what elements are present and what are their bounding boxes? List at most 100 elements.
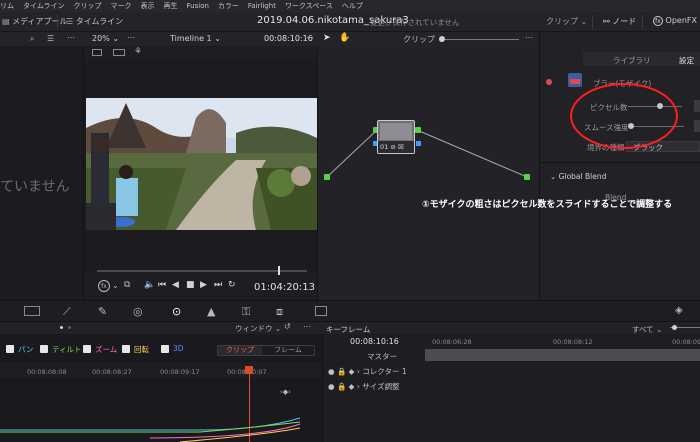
menu-item-help[interactable]: ヘルプ xyxy=(342,1,363,11)
node-label-text: ノード xyxy=(612,17,637,26)
output-dot[interactable] xyxy=(524,174,530,180)
tracker-icon[interactable]: ⊙ xyxy=(172,305,181,318)
chevron-down-icon[interactable]: ⌄ xyxy=(112,281,119,290)
menu-item-fairlight[interactable]: Fairlight xyxy=(248,2,276,10)
node-output-dot[interactable] xyxy=(415,127,421,133)
more-options-icon[interactable]: ⋯ xyxy=(303,322,311,331)
clip-frame-toggle: クリップ フレーム xyxy=(217,345,315,356)
skip-forward-icon[interactable]: ⏭ xyxy=(214,280,222,290)
corrector-label: コレクター 1 xyxy=(362,367,407,376)
timeline-name: Timeline 1 xyxy=(170,34,212,43)
key-icon[interactable]: ⚿ xyxy=(242,305,250,319)
playhead-marker[interactable] xyxy=(278,266,280,275)
keyframe-zoom-knob[interactable] xyxy=(672,325,677,330)
keyframe-row-corrector[interactable]: ● 🔒 ◆ › コレクター 1 xyxy=(328,366,407,377)
timeline-selector[interactable]: Timeline 1 ⌄ xyxy=(170,34,221,43)
3d-icon[interactable] xyxy=(315,306,327,316)
rotate-checkbox[interactable] xyxy=(122,345,130,353)
pixel-count-value-field[interactable] xyxy=(694,100,700,112)
chevron-right-icon[interactable]: › xyxy=(357,367,360,376)
zoom-checkbox[interactable] xyxy=(83,345,91,353)
list-view-icon[interactable]: ☰ xyxy=(47,34,54,43)
image-wipe-icon[interactable] xyxy=(92,49,102,56)
fx-bypass-icon[interactable]: fx xyxy=(98,280,110,292)
tilt-checkbox[interactable] xyxy=(40,345,48,353)
loop-icon[interactable]: ↻ xyxy=(228,280,236,290)
node-button[interactable]: ⚯ ノード xyxy=(603,16,636,27)
more-options-icon[interactable]: ⋯ xyxy=(306,33,314,42)
lock-icon[interactable]: 🔒 xyxy=(337,367,346,376)
volume-icon[interactable]: 🔈 xyxy=(144,280,155,290)
kf-ruler-tick: 00:08:09:2 xyxy=(672,338,700,346)
node-key-output-dot[interactable] xyxy=(416,141,421,146)
step-back-icon[interactable]: ◀ xyxy=(172,280,179,290)
keyframe-diamond-icon[interactable]: ◆ xyxy=(349,382,355,391)
more-options-icon[interactable]: ⋯ xyxy=(127,33,135,42)
keyframe-diamond-icon[interactable]: ◆ xyxy=(349,367,355,376)
window-icon[interactable]: ◎ xyxy=(133,305,143,318)
highlight-icon[interactable]: ⚘ xyxy=(134,47,142,57)
tracker-ruler: 00:08:08:08 00:08:08:27 00:08:09:17 00:0… xyxy=(0,362,322,378)
qualifier-icon[interactable]: ✎ xyxy=(98,305,107,318)
keyframe-filter-label: すべて xyxy=(632,325,654,334)
top-toolbar: ▤ メディアプール ☰ タイムライン 2019.04.06.nikotama_s… xyxy=(0,12,700,32)
blur-icon[interactable]: ▲ xyxy=(207,305,215,318)
menu-item-view[interactable]: 表示 xyxy=(141,1,155,11)
window-dropdown[interactable]: ウィンドウ ⌄ xyxy=(235,323,281,334)
page-dot[interactable] xyxy=(68,326,71,329)
playhead-handle[interactable] xyxy=(245,366,253,374)
pan-checkbox[interactable] xyxy=(6,345,14,353)
sizing-icon[interactable]: ⧈ xyxy=(276,305,283,319)
curves-icon[interactable]: ⟋ xyxy=(63,305,71,319)
menu-item-library[interactable]: リム xyxy=(0,1,14,11)
skip-back-icon[interactable]: ⏮ xyxy=(158,280,166,290)
menu-item-mark[interactable]: マーク xyxy=(111,1,132,11)
timeline-button[interactable]: ☰ タイムライン xyxy=(66,16,123,27)
keyframe-nav-icon[interactable]: ‹◆› xyxy=(280,388,291,396)
reset-icon[interactable]: ↺ xyxy=(284,322,291,331)
layers-icon[interactable]: ⧉ xyxy=(124,280,130,290)
chevron-right-icon[interactable]: › xyxy=(357,382,360,391)
tab-library[interactable]: ライブラリ xyxy=(613,55,651,66)
lock-icon[interactable]: 🔒 xyxy=(337,382,346,391)
empty-media-message: ていません xyxy=(0,179,70,195)
menu-item-playback[interactable]: 再生 xyxy=(164,1,178,11)
pan-label: パン xyxy=(18,345,34,354)
split-screen-icon[interactable] xyxy=(113,49,125,56)
visibility-dot-icon[interactable]: ● xyxy=(328,367,335,376)
keyframe-row-sizing[interactable]: ● 🔒 ◆ › サイズ調整 xyxy=(328,381,400,392)
camera-raw-icon[interactable] xyxy=(24,306,40,316)
menu-item-workspace[interactable]: ワークスペース xyxy=(285,1,333,11)
clip-tab[interactable]: クリップ xyxy=(218,346,262,355)
effect-enable-dot[interactable] xyxy=(546,79,552,85)
global-blend-header[interactable]: ⌄ Global Blend xyxy=(550,172,606,181)
ruler-tick: 00:08:09:17 xyxy=(160,368,200,376)
section-divider xyxy=(539,162,700,163)
keyframe-filter-dropdown[interactable]: すべて ⌄ xyxy=(632,324,662,335)
more-options-icon[interactable]: ⋯ xyxy=(67,33,75,42)
visibility-dot-icon[interactable]: ● xyxy=(328,382,335,391)
scrubber-track[interactable] xyxy=(97,270,307,272)
clip-dropdown[interactable]: クリップ ⌄ xyxy=(546,16,587,27)
frame-tab[interactable]: フレーム xyxy=(264,346,312,355)
menu-item-clip[interactable]: クリップ xyxy=(74,1,102,11)
smooth-strength-value-field[interactable] xyxy=(694,120,700,132)
menu-item-fusion[interactable]: Fusion xyxy=(187,2,209,10)
openfx-button[interactable]: fx OpenFX xyxy=(653,16,697,26)
master-label: マスター xyxy=(367,352,397,361)
keyframe-header: キーフレーム すべて ⌄ xyxy=(322,322,700,334)
source-input-dot[interactable] xyxy=(324,174,330,180)
menu-item-timeline[interactable]: タイムライン xyxy=(23,1,65,11)
play-icon[interactable]: ▶ xyxy=(200,280,207,290)
page-toggle-icon[interactable]: ◈ xyxy=(675,305,683,316)
settings-tabs: ライブラリ 設定 xyxy=(583,52,700,66)
3d-checkbox[interactable] xyxy=(161,345,169,353)
page-dot[interactable] xyxy=(60,326,63,329)
ruler-tick: 00:08:08:27 xyxy=(92,368,132,376)
menu-item-color[interactable]: カラー xyxy=(218,1,239,11)
master-track[interactable] xyxy=(425,349,700,361)
tab-settings[interactable]: 設定 xyxy=(679,55,694,66)
search-icon[interactable]: ⌕ xyxy=(30,34,34,44)
stop-icon[interactable]: ■ xyxy=(186,280,195,290)
zoom-dropdown[interactable]: 20% ⌄ xyxy=(92,34,119,43)
